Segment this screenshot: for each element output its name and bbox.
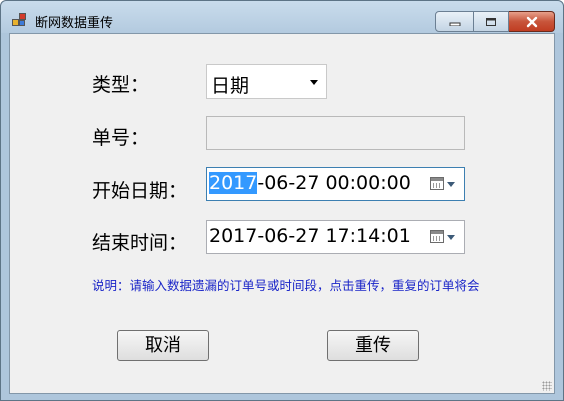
window-controls xyxy=(435,11,555,32)
dropdown-arrow-icon[interactable] xyxy=(447,235,455,240)
app-icon xyxy=(12,13,28,27)
window-title: 断网数据重传 xyxy=(35,16,114,31)
maximize-icon xyxy=(486,17,496,26)
type-label: 类型： xyxy=(92,74,150,96)
close-icon xyxy=(526,16,537,27)
end-time-value[interactable]: 2017-06-27 17:14:01 xyxy=(209,225,411,247)
form-client-area: 类型： 日期 单号： 开始日期： 2017-06-27 00:00:00 结束时… xyxy=(9,33,555,394)
close-button[interactable] xyxy=(509,11,555,32)
resize-grip-icon[interactable] xyxy=(542,381,552,391)
minimize-icon xyxy=(449,22,460,26)
start-date-value[interactable]: 2017-06-27 00:00:00 xyxy=(209,172,411,194)
resend-button[interactable]: 重传 xyxy=(327,330,419,361)
calendar-icon[interactable] xyxy=(430,177,444,190)
dropdown-arrow-icon[interactable] xyxy=(447,182,455,187)
end-time-picker[interactable]: 2017-06-27 17:14:01 xyxy=(206,220,465,254)
title-bar[interactable]: 断网数据重传 xyxy=(1,1,563,33)
type-select[interactable]: 日期 xyxy=(206,64,327,99)
start-date-selected-part: 2017 xyxy=(209,172,258,194)
order-number-input[interactable] xyxy=(206,116,465,150)
end-time-label: 结束时间： xyxy=(92,232,188,254)
minimize-button[interactable] xyxy=(435,11,474,32)
start-date-label: 开始日期： xyxy=(92,180,188,202)
type-select-value: 日期 xyxy=(211,75,250,97)
start-date-rest: -06-27 00:00:00 xyxy=(257,172,411,194)
app-window: 断网数据重传 类型： 日期 单号： 开始日期： 2017-06-27 00:00… xyxy=(0,0,564,401)
calendar-icon[interactable] xyxy=(430,230,444,243)
order-number-label: 单号： xyxy=(92,127,150,149)
start-date-picker[interactable]: 2017-06-27 00:00:00 xyxy=(206,167,465,201)
dropdown-arrow-icon[interactable] xyxy=(310,80,318,85)
instruction-note: 说明：请输入数据遗漏的订单号或时间段，点击重传，重复的订单将会 xyxy=(92,278,480,293)
maximize-button[interactable] xyxy=(474,11,509,32)
cancel-button[interactable]: 取消 xyxy=(117,330,209,361)
